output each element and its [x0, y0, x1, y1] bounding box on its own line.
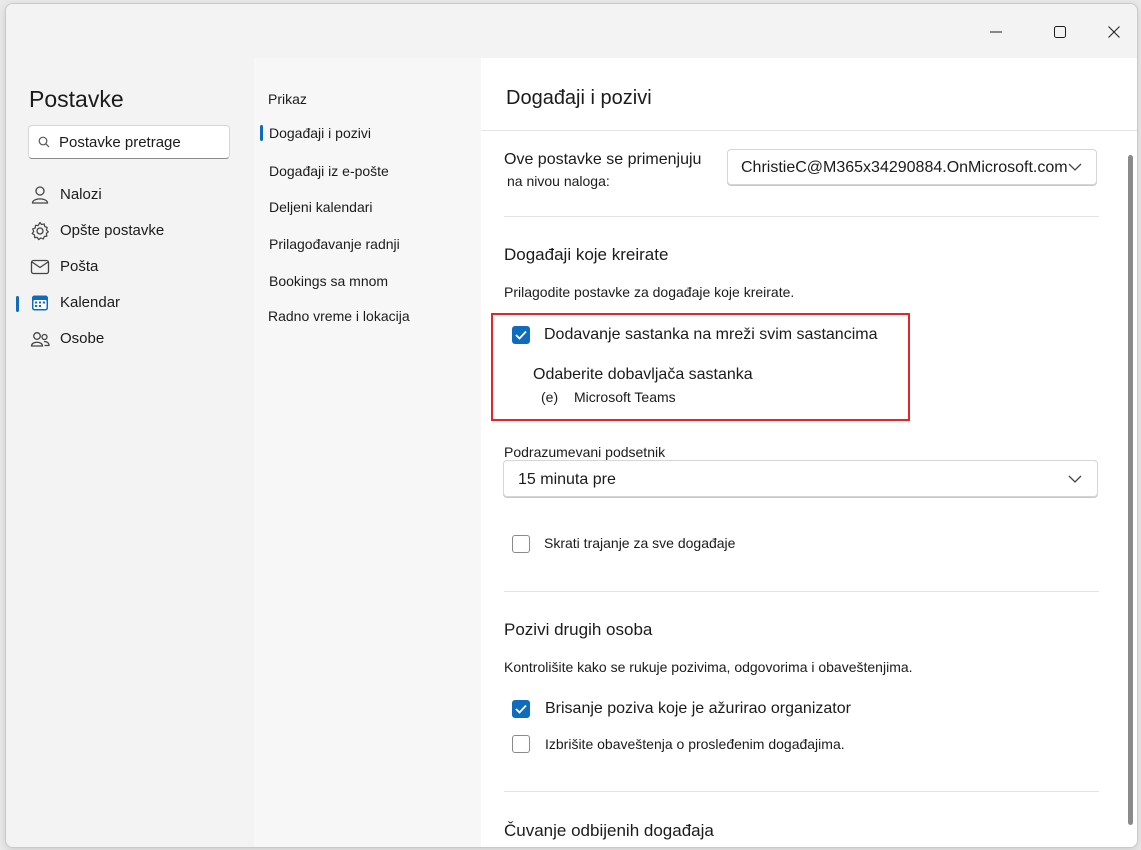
account-scope-label: Ove postavke se primenjuju: [504, 151, 702, 168]
section-heading-declined: Čuvanje odbijenih događaja: [504, 821, 714, 840]
settings-window: Postavke Nalozi Opšte postavke Pošta Kal…: [5, 3, 1138, 848]
calendar-subnav: Prikaz Događaji i pozivi Događaji iz e-p…: [254, 58, 481, 847]
section-description-invites: Kontrolišite kako se rukuje pozivima, od…: [504, 659, 913, 675]
mail-icon: [30, 259, 50, 275]
online-meeting-checkbox[interactable]: [512, 326, 530, 344]
settings-scroll-area[interactable]: Ove postavke se primenjuju na nivou nalo…: [481, 131, 1137, 847]
search-icon: [38, 136, 50, 148]
nav-item-label: Nalozi: [60, 186, 102, 203]
delete-updated-invites-label: Brisanje poziva koje je ažurirao organiz…: [545, 700, 851, 717]
nav-item-label: Osobe: [60, 330, 105, 347]
settings-search[interactable]: [28, 125, 230, 159]
gear-icon: [31, 221, 49, 241]
checkmark-icon: [515, 704, 527, 714]
meeting-provider-value[interactable]: Microsoft Teams: [574, 389, 676, 405]
account-scope-sublabel: na nivou naloga:: [507, 173, 610, 189]
subnav-item-shared-calendars[interactable]: Deljeni kalendari: [269, 199, 373, 215]
subnav-item-customize-actions[interactable]: Prilagođavanje radnji: [269, 236, 400, 252]
section-heading-invites: Pozivi drugih osoba: [504, 620, 653, 639]
subnav-item-view[interactable]: Prikaz: [268, 91, 307, 107]
shorten-duration-checkbox[interactable]: [512, 535, 530, 553]
settings-content: Događaji i pozivi Ove postavke se primen…: [481, 58, 1137, 847]
chevron-down-icon: [1068, 475, 1082, 483]
delete-forwarded-notifications-label: Izbrišite obaveštenja o prosleđenim doga…: [545, 736, 845, 752]
delete-forwarded-notifications-checkbox[interactable]: [512, 735, 530, 753]
page-title: Događaji i pozivi: [506, 87, 652, 109]
maximize-icon: [1054, 26, 1066, 38]
settings-sidebar: Postavke Nalozi Opšte postavke Pošta Kal…: [6, 58, 254, 847]
nav-item-label: Pošta: [60, 258, 99, 275]
shorten-duration-label: Skrati trajanje za sve događaje: [544, 535, 736, 551]
account-dropdown[interactable]: ChristieC@M365x34290884.OnMicrosoft.com: [727, 149, 1097, 185]
delete-updated-invites-checkbox[interactable]: [512, 700, 530, 718]
maximize-button[interactable]: [1040, 14, 1080, 50]
minimize-button[interactable]: [976, 14, 1016, 50]
meeting-provider-label: Odaberite dobavljača sastanka: [533, 366, 753, 383]
calendar-icon: [32, 295, 48, 311]
teams-icon: (e): [541, 389, 559, 405]
subnav-item-work-hours[interactable]: Radno vreme i lokacija: [268, 308, 410, 324]
subnav-item-events-invites[interactable]: Događaji i pozivi: [269, 125, 371, 141]
subnav-item-bookings[interactable]: Bookings sa mnom: [269, 273, 388, 289]
minimize-icon: [990, 31, 1002, 33]
default-reminder-label: Podrazumevani podsetnik: [504, 444, 666, 460]
active-indicator: [260, 125, 263, 141]
online-meeting-label: Dodavanje sastanka na mreži svim sastanc…: [544, 326, 878, 343]
section-heading-created: Događaji koje kreirate: [504, 245, 669, 264]
section-divider: [504, 591, 1099, 592]
section-description-created: Prilagodite postavke za događaje koje kr…: [504, 284, 795, 300]
close-button[interactable]: [1094, 14, 1134, 50]
settings-title: Postavke: [29, 86, 124, 112]
subnav-item-events-from-email[interactable]: Događaji iz e-pošte: [269, 163, 389, 179]
vertical-scrollbar[interactable]: [1128, 155, 1133, 825]
nav-item-label: Opšte postavke: [60, 222, 165, 239]
nav-item-accounts[interactable]: Nalozi: [16, 180, 244, 210]
title-bar: [6, 4, 1137, 58]
nav-item-general[interactable]: Opšte postavke: [16, 216, 244, 246]
people-icon: [30, 332, 50, 347]
chevron-down-icon: [1068, 163, 1082, 171]
checkmark-icon: [515, 330, 527, 340]
default-reminder-dropdown[interactable]: 15 minuta pre: [503, 460, 1098, 497]
close-icon: [1108, 26, 1120, 38]
section-divider: [504, 791, 1099, 792]
nav-item-people[interactable]: Osobe: [16, 324, 244, 354]
default-reminder-value: 15 minuta pre: [518, 471, 616, 488]
person-icon: [31, 186, 49, 204]
nav-item-label: Kalendar: [60, 294, 121, 311]
search-input[interactable]: [59, 132, 224, 152]
account-dropdown-value: ChristieC@M365x34290884.OnMicrosoft.com: [741, 159, 1068, 176]
section-divider: [504, 216, 1099, 217]
nav-item-calendar[interactable]: Kalendar: [16, 288, 244, 318]
nav-item-mail[interactable]: Pošta: [16, 252, 244, 282]
